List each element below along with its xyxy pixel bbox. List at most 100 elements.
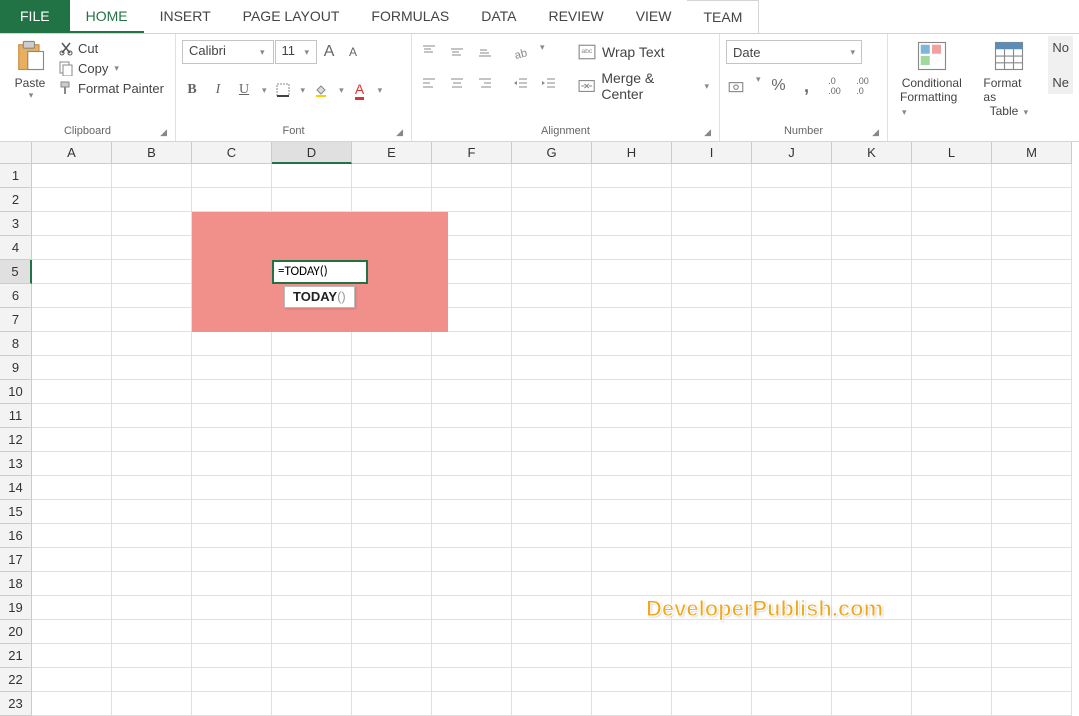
cell-E2[interactable] bbox=[352, 188, 432, 212]
cell-M22[interactable] bbox=[992, 668, 1072, 692]
column-header-J[interactable]: J bbox=[752, 142, 832, 164]
cell-F20[interactable] bbox=[432, 620, 512, 644]
align-top-button[interactable] bbox=[418, 40, 440, 62]
cell-M9[interactable] bbox=[992, 356, 1072, 380]
cell-C8[interactable] bbox=[192, 332, 272, 356]
cell-G21[interactable] bbox=[512, 644, 592, 668]
cell-M19[interactable] bbox=[992, 596, 1072, 620]
row-header-19[interactable]: 19 bbox=[0, 596, 32, 620]
cell-L18[interactable] bbox=[912, 572, 992, 596]
tab-formulas[interactable]: FORMULAS bbox=[355, 0, 465, 33]
cell-L9[interactable] bbox=[912, 356, 992, 380]
cell-G15[interactable] bbox=[512, 500, 592, 524]
cell-B8[interactable] bbox=[112, 332, 192, 356]
cell-L4[interactable] bbox=[912, 236, 992, 260]
underline-dropdown-icon[interactable]: ▾ bbox=[262, 85, 267, 96]
cell-E12[interactable] bbox=[352, 428, 432, 452]
fill-dropdown-icon[interactable]: ▾ bbox=[339, 85, 344, 96]
decrease-decimal-button[interactable]: .00.0 bbox=[853, 74, 873, 98]
cell-F16[interactable] bbox=[432, 524, 512, 548]
row-header-2[interactable]: 2 bbox=[0, 188, 32, 212]
percent-button[interactable]: % bbox=[769, 74, 789, 98]
row-header-23[interactable]: 23 bbox=[0, 692, 32, 716]
column-header-K[interactable]: K bbox=[832, 142, 912, 164]
row-header-11[interactable]: 11 bbox=[0, 404, 32, 428]
cell-A22[interactable] bbox=[32, 668, 112, 692]
cell-D16[interactable] bbox=[272, 524, 352, 548]
accounting-format-button[interactable] bbox=[726, 74, 746, 98]
align-bottom-button[interactable] bbox=[474, 40, 496, 62]
cell-H14[interactable] bbox=[592, 476, 672, 500]
tab-insert[interactable]: INSERT bbox=[144, 0, 227, 33]
cell-B12[interactable] bbox=[112, 428, 192, 452]
cell-B14[interactable] bbox=[112, 476, 192, 500]
tab-home[interactable]: HOME bbox=[70, 0, 144, 33]
cell-C19[interactable] bbox=[192, 596, 272, 620]
italic-button[interactable]: I bbox=[208, 78, 228, 102]
comma-button[interactable]: , bbox=[797, 74, 817, 98]
cell-L22[interactable] bbox=[912, 668, 992, 692]
cell-G10[interactable] bbox=[512, 380, 592, 404]
row-header-21[interactable]: 21 bbox=[0, 644, 32, 668]
cell-I17[interactable] bbox=[672, 548, 752, 572]
cell-B10[interactable] bbox=[112, 380, 192, 404]
cell-I22[interactable] bbox=[672, 668, 752, 692]
cell-B13[interactable] bbox=[112, 452, 192, 476]
cell-E10[interactable] bbox=[352, 380, 432, 404]
cell-K14[interactable] bbox=[832, 476, 912, 500]
cell-M15[interactable] bbox=[992, 500, 1072, 524]
cell-E15[interactable] bbox=[352, 500, 432, 524]
cell-D13[interactable] bbox=[272, 452, 352, 476]
row-header-7[interactable]: 7 bbox=[0, 308, 32, 332]
underline-button[interactable]: U bbox=[234, 78, 254, 102]
cell-C2[interactable] bbox=[192, 188, 272, 212]
cell-L7[interactable] bbox=[912, 308, 992, 332]
cell-M14[interactable] bbox=[992, 476, 1072, 500]
cell-H9[interactable] bbox=[592, 356, 672, 380]
cell-K18[interactable] bbox=[832, 572, 912, 596]
cell-D17[interactable] bbox=[272, 548, 352, 572]
cell-C14[interactable] bbox=[192, 476, 272, 500]
cell-I9[interactable] bbox=[672, 356, 752, 380]
cell-B23[interactable] bbox=[112, 692, 192, 716]
cell-M13[interactable] bbox=[992, 452, 1072, 476]
cell-B19[interactable] bbox=[112, 596, 192, 620]
increase-decimal-button[interactable]: .0.00 bbox=[825, 74, 845, 98]
column-header-L[interactable]: L bbox=[912, 142, 992, 164]
cell-M4[interactable] bbox=[992, 236, 1072, 260]
cell-H18[interactable] bbox=[592, 572, 672, 596]
number-format-select[interactable]: Date ▾ bbox=[726, 40, 862, 64]
tab-page-layout[interactable]: PAGE LAYOUT bbox=[227, 0, 356, 33]
cell-H15[interactable] bbox=[592, 500, 672, 524]
cell-G20[interactable] bbox=[512, 620, 592, 644]
cell-M6[interactable] bbox=[992, 284, 1072, 308]
cell-B18[interactable] bbox=[112, 572, 192, 596]
cell-E13[interactable] bbox=[352, 452, 432, 476]
cell-G23[interactable] bbox=[512, 692, 592, 716]
cell-B1[interactable] bbox=[112, 164, 192, 188]
cell-J5[interactable] bbox=[752, 260, 832, 284]
cell-J11[interactable] bbox=[752, 404, 832, 428]
decrease-font-button[interactable]: A bbox=[343, 40, 363, 64]
cell-I18[interactable] bbox=[672, 572, 752, 596]
cell-styles-partial[interactable]: No Ne bbox=[1048, 36, 1073, 94]
cell-A1[interactable] bbox=[32, 164, 112, 188]
cell-H22[interactable] bbox=[592, 668, 672, 692]
cell-I16[interactable] bbox=[672, 524, 752, 548]
row-header-1[interactable]: 1 bbox=[0, 164, 32, 188]
cell-B22[interactable] bbox=[112, 668, 192, 692]
cell-H2[interactable] bbox=[592, 188, 672, 212]
cell-I23[interactable] bbox=[672, 692, 752, 716]
accounting-dropdown-icon[interactable]: ▾ bbox=[756, 74, 761, 98]
cell-K22[interactable] bbox=[832, 668, 912, 692]
cell-C1[interactable] bbox=[192, 164, 272, 188]
cell-K7[interactable] bbox=[832, 308, 912, 332]
cell-H13[interactable] bbox=[592, 452, 672, 476]
cell-I6[interactable] bbox=[672, 284, 752, 308]
column-header-D[interactable]: D bbox=[272, 142, 352, 164]
column-header-B[interactable]: B bbox=[112, 142, 192, 164]
cell-L16[interactable] bbox=[912, 524, 992, 548]
cell-L5[interactable] bbox=[912, 260, 992, 284]
cell-J17[interactable] bbox=[752, 548, 832, 572]
cell-J16[interactable] bbox=[752, 524, 832, 548]
